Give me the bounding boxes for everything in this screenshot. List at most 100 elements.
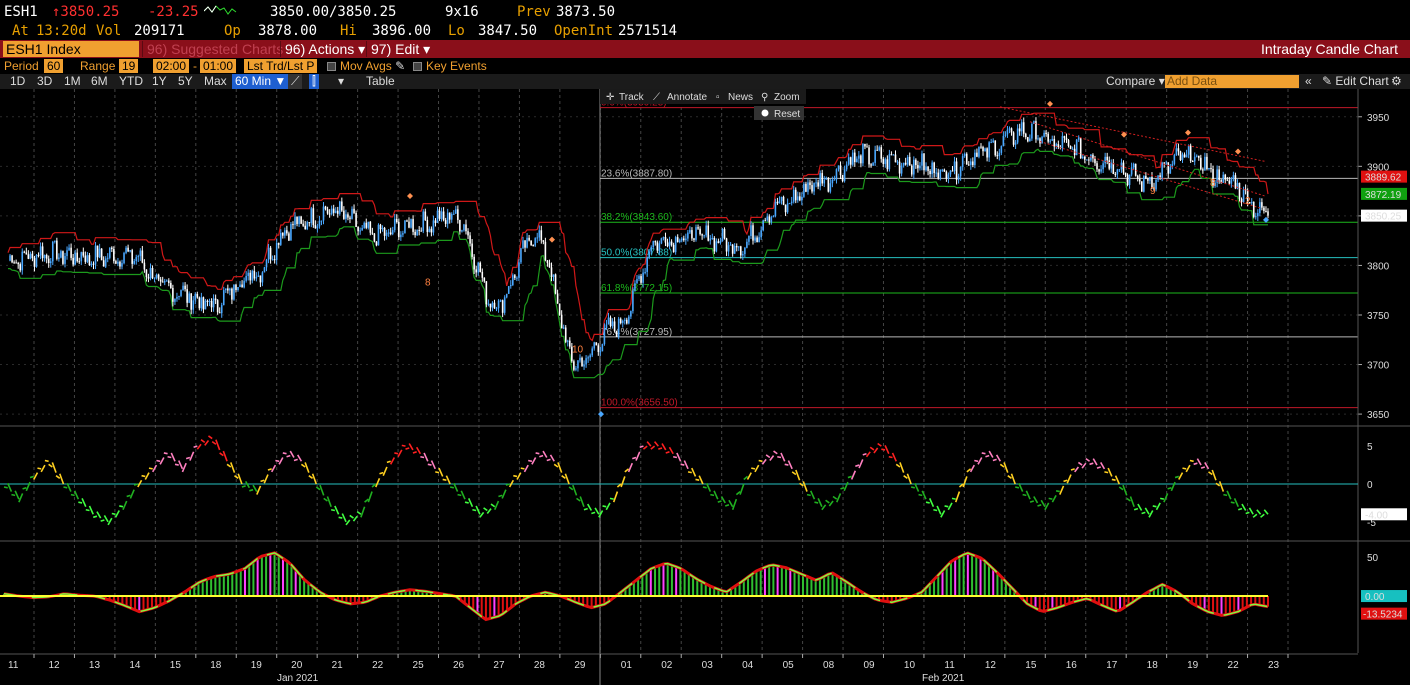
candle-body xyxy=(656,242,659,251)
date-tick-label: 05 xyxy=(783,660,795,671)
range-end-time[interactable]: 01:00 xyxy=(200,59,237,73)
candle-body xyxy=(135,257,138,262)
oscillator-segment xyxy=(326,496,332,507)
candle-body xyxy=(1077,137,1080,140)
oscillator-segment xyxy=(467,498,474,508)
oscillator-segment xyxy=(1263,509,1269,515)
candle-body xyxy=(744,247,746,255)
candle-body xyxy=(84,255,87,262)
candle-body xyxy=(192,300,195,310)
candle-body xyxy=(1167,162,1170,174)
mov-avgs-toggle[interactable]: Mov Avgs ✎ xyxy=(327,59,405,73)
candle-body xyxy=(393,218,396,231)
candle-body xyxy=(143,262,146,270)
chart-area[interactable]: 0.0%(3959.25)23.6%(3887.80)38.2%(3843.60… xyxy=(0,89,1410,685)
security-field[interactable]: ESH1 Index xyxy=(3,41,139,57)
compare-button[interactable]: Compare ▾ xyxy=(1106,74,1165,89)
range-max[interactable]: Max xyxy=(204,74,227,89)
oscillator-segment xyxy=(22,487,27,490)
candle-body xyxy=(422,211,425,232)
oscillator-segment xyxy=(539,454,544,458)
track-button[interactable]: Track xyxy=(619,92,645,103)
range-ytd[interactable]: YTD xyxy=(119,74,143,89)
oscillator-segment xyxy=(516,472,522,480)
oscillator-segment xyxy=(11,493,16,497)
range-1y[interactable]: 1Y xyxy=(152,74,167,89)
oscillator-segment xyxy=(1141,511,1146,515)
candle-body xyxy=(78,261,81,263)
candle-body xyxy=(450,213,453,220)
candle-body xyxy=(507,286,510,294)
edit-menu[interactable]: 97) Edit ▾ xyxy=(366,41,434,57)
period-input[interactable]: 60 xyxy=(44,59,64,73)
candle-body xyxy=(428,228,431,232)
oscillator-segment xyxy=(379,471,384,475)
price-tag: 3850.25 xyxy=(1365,212,1402,223)
high-price: 3896.00 xyxy=(372,23,432,39)
add-data-input[interactable]: Add Data xyxy=(1165,75,1299,88)
candle-body xyxy=(825,177,828,180)
oscillator-segment xyxy=(513,474,518,478)
candle-body xyxy=(546,260,549,263)
pencil-icon: ✎ xyxy=(1322,74,1336,88)
range-6m[interactable]: 6M xyxy=(91,74,108,89)
range-start-time[interactable]: 02:00 xyxy=(153,59,190,73)
candle-body xyxy=(1012,132,1015,145)
last-trade-select[interactable]: Lst Trd/Lst P xyxy=(244,59,318,73)
line-chart-icon[interactable]: ⟋ xyxy=(288,74,303,89)
pencil-icon[interactable]: ✎ xyxy=(395,59,405,73)
chart-type-dropdown-icon[interactable]: ▾ xyxy=(338,74,344,89)
range-input[interactable]: 19 xyxy=(119,59,139,73)
annotate-button[interactable]: Annotate xyxy=(667,92,707,103)
oscillator-segment xyxy=(92,515,98,519)
gear-icon[interactable]: ⚙ xyxy=(1391,74,1402,89)
range-1d[interactable]: 1D xyxy=(10,74,25,89)
candle-body xyxy=(1016,128,1019,143)
actions-menu[interactable]: 96) Actions ▾ xyxy=(280,41,369,57)
key-events-toggle[interactable]: Key Events xyxy=(413,59,487,73)
zoom-button[interactable]: Zoom xyxy=(774,92,800,103)
reset-button[interactable]: Reset xyxy=(774,109,800,120)
candle-body xyxy=(742,254,744,256)
oscillator-segment xyxy=(44,459,49,463)
candle-body xyxy=(837,165,840,170)
candle-chart-icon[interactable]: ⫿ xyxy=(309,74,319,89)
track-icon[interactable]: ✛ xyxy=(606,92,614,103)
date-tick-label: 12 xyxy=(48,660,60,671)
oscillator-segment xyxy=(1066,474,1072,484)
candle-body xyxy=(263,267,266,273)
candle-body xyxy=(585,358,587,365)
oscillator-segment xyxy=(1114,475,1121,485)
candle-body xyxy=(483,277,486,282)
news-button[interactable]: News xyxy=(728,92,753,103)
oscillator-segment xyxy=(1196,458,1202,466)
suggested-charts-button[interactable]: 96) Suggested Charts xyxy=(142,41,287,57)
candle-body xyxy=(1057,144,1060,148)
oscillator-segment xyxy=(267,468,272,471)
zoom-icon[interactable]: ⚲ xyxy=(761,92,768,103)
interval-select[interactable]: 60 Min ▼ xyxy=(232,74,290,89)
candle-body xyxy=(298,216,300,224)
oscillator-segment xyxy=(438,467,444,477)
annotate-icon[interactable]: ⟋ xyxy=(653,92,660,103)
edit-chart-button[interactable]: ✎ Edit Chart xyxy=(1322,74,1389,89)
range-1m[interactable]: 1M xyxy=(64,74,81,89)
range-5y[interactable]: 5Y xyxy=(178,74,193,89)
table-button[interactable]: Table xyxy=(366,74,395,89)
candle-body xyxy=(1104,156,1106,164)
candle-body xyxy=(1096,163,1098,170)
oscillator-segment xyxy=(928,498,935,508)
candle-body xyxy=(752,225,754,241)
news-icon[interactable]: ▫ xyxy=(716,92,720,103)
candle-body xyxy=(326,209,329,214)
oscillator-segment xyxy=(594,507,600,515)
candle-body xyxy=(819,173,821,187)
reset-icon[interactable] xyxy=(761,109,769,117)
period-label: Period xyxy=(4,59,39,73)
candle-body xyxy=(1165,162,1168,164)
candle-body xyxy=(949,170,952,175)
candle-body xyxy=(1047,133,1049,142)
candle-body xyxy=(505,293,508,298)
range-3d[interactable]: 3D xyxy=(37,74,52,89)
collapse-icon[interactable]: « xyxy=(1305,74,1312,89)
